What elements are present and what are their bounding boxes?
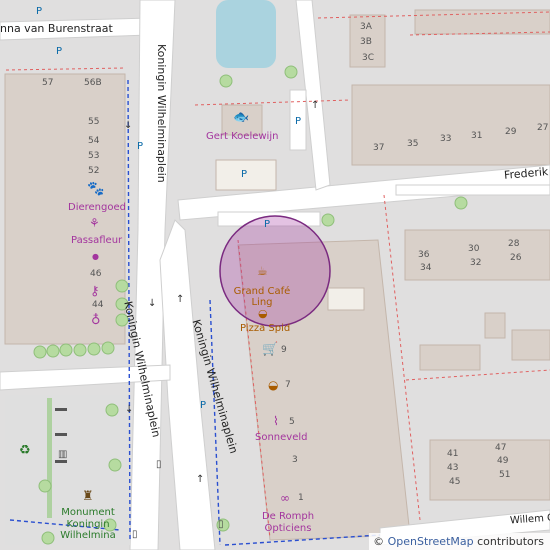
paw-icon[interactable]: 🐾 — [87, 182, 104, 196]
map-base: ↑ ↓ ↑ ↑ ↓ ↓ — [0, 0, 550, 550]
ring-icon[interactable]: ♁ — [91, 314, 101, 327]
house-number: 3A — [360, 22, 372, 32]
parking-icon[interactable]: P — [200, 401, 206, 411]
house-number: 43 — [447, 463, 459, 473]
house-number: 1 — [298, 493, 304, 503]
house-number: 51 — [499, 470, 511, 480]
house-number: 5 — [289, 417, 295, 427]
poi-dierengoed[interactable]: Dierengoed — [68, 203, 126, 213]
attribution-suffix: contributors — [473, 535, 544, 548]
house-number: 3B — [360, 37, 372, 47]
house-number: 55 — [88, 117, 100, 127]
house-number: 54 — [88, 136, 100, 146]
selection-circle — [219, 215, 331, 327]
house-number: 52 — [88, 166, 100, 176]
svg-text:↓: ↓ — [125, 404, 133, 415]
house-number: 9 — [281, 345, 287, 355]
house-number: 47 — [495, 443, 507, 453]
parking-icon[interactable]: P — [56, 47, 62, 57]
house-number: 35 — [407, 139, 419, 149]
poi-sonneveld[interactable]: Sonneveld — [255, 433, 308, 443]
poi-monument[interactable]: Monument Koningin Wilhelmina — [58, 507, 118, 542]
svg-text:↑: ↑ — [311, 100, 319, 111]
house-number: 45 — [449, 477, 461, 487]
flower-icon[interactable]: ⚘ — [89, 217, 100, 229]
poi-de-romph-opticiens[interactable]: De Romph Opticiens — [258, 511, 318, 534]
cafe-icon[interactable]: ☕ — [257, 265, 268, 277]
house-number: 36 — [418, 250, 430, 260]
house-number: 44 — [92, 300, 104, 310]
svg-text:↓: ↓ — [148, 298, 156, 309]
svg-text:↓: ↓ — [124, 120, 132, 131]
traffic-light-icon: ▯ — [156, 459, 162, 470]
monument-icon[interactable]: ♜ — [82, 490, 94, 503]
house-number: 3 — [292, 455, 298, 465]
house-number: 32 — [470, 258, 482, 268]
house-number: 53 — [88, 151, 100, 161]
salon-icon[interactable]: ⚷ — [90, 285, 100, 298]
parking-icon[interactable]: P — [295, 117, 301, 127]
paperclip-icon[interactable]: ⌇ — [273, 415, 279, 427]
poi-gert-koelewijn[interactable]: Gert Koelewijn — [206, 132, 278, 142]
svg-text:↑: ↑ — [196, 474, 204, 485]
attribution-copyright: © — [373, 535, 388, 548]
burger-icon[interactable]: ◒ — [268, 379, 278, 391]
burger-icon[interactable]: ◒ — [258, 308, 268, 319]
house-number: 49 — [497, 456, 509, 466]
house-number: 34 — [420, 263, 432, 273]
parking-icon[interactable]: P — [36, 7, 42, 17]
bin-icon: ▥ — [58, 449, 68, 460]
house-number: 3C — [362, 53, 375, 63]
street-label-wilhelminaplein-upper: Koningin Wilhelminaplein — [155, 44, 168, 183]
house-number: 7 — [285, 380, 291, 390]
recycling-icon[interactable]: ♻ — [19, 444, 31, 457]
house-number: 56B — [84, 78, 102, 88]
attribution-link[interactable]: OpenStreetMap — [388, 535, 474, 548]
house-number: 33 — [440, 134, 452, 144]
house-number: 57 — [42, 78, 54, 88]
house-number: 26 — [510, 253, 522, 263]
parking-icon[interactable]: P — [241, 170, 247, 180]
map-view[interactable]: ↑ ↓ ↑ ↑ ↓ ↓ nna van Burenstraat ngel Kon… — [0, 0, 550, 550]
traffic-light-icon: ▯ — [218, 519, 224, 530]
attribution: © OpenStreetMap contributors — [369, 533, 550, 550]
glasses-icon[interactable]: ∞ — [280, 492, 290, 504]
house-number: 28 — [508, 239, 520, 249]
house-number: 27 — [537, 123, 549, 133]
cart-icon[interactable]: 🛒 — [262, 343, 278, 356]
fish-icon[interactable]: 🐟 — [233, 111, 249, 124]
parking-icon[interactable]: P — [137, 142, 143, 152]
house-number: 46 — [90, 269, 102, 279]
svg-text:↑: ↑ — [176, 294, 184, 305]
house-number: 41 — [447, 449, 459, 459]
house-number: 29 — [505, 127, 517, 137]
poi-pizza-spid[interactable]: Pizza Spid — [240, 324, 290, 334]
water-body — [216, 0, 276, 68]
house-number: 37 — [373, 143, 385, 153]
poi-grand-cafe[interactable]: Grand Café Ling — [232, 286, 292, 308]
house-number: 30 — [468, 244, 480, 254]
street-label-burenstraat: nna van Burenstraat — [0, 22, 113, 35]
house-number: 31 — [471, 131, 483, 141]
dot-icon: ● — [92, 252, 99, 261]
parking-icon[interactable]: P — [264, 220, 270, 230]
traffic-light-icon: ▯ — [132, 529, 138, 540]
poi-passafleur[interactable]: Passafleur — [71, 236, 122, 246]
